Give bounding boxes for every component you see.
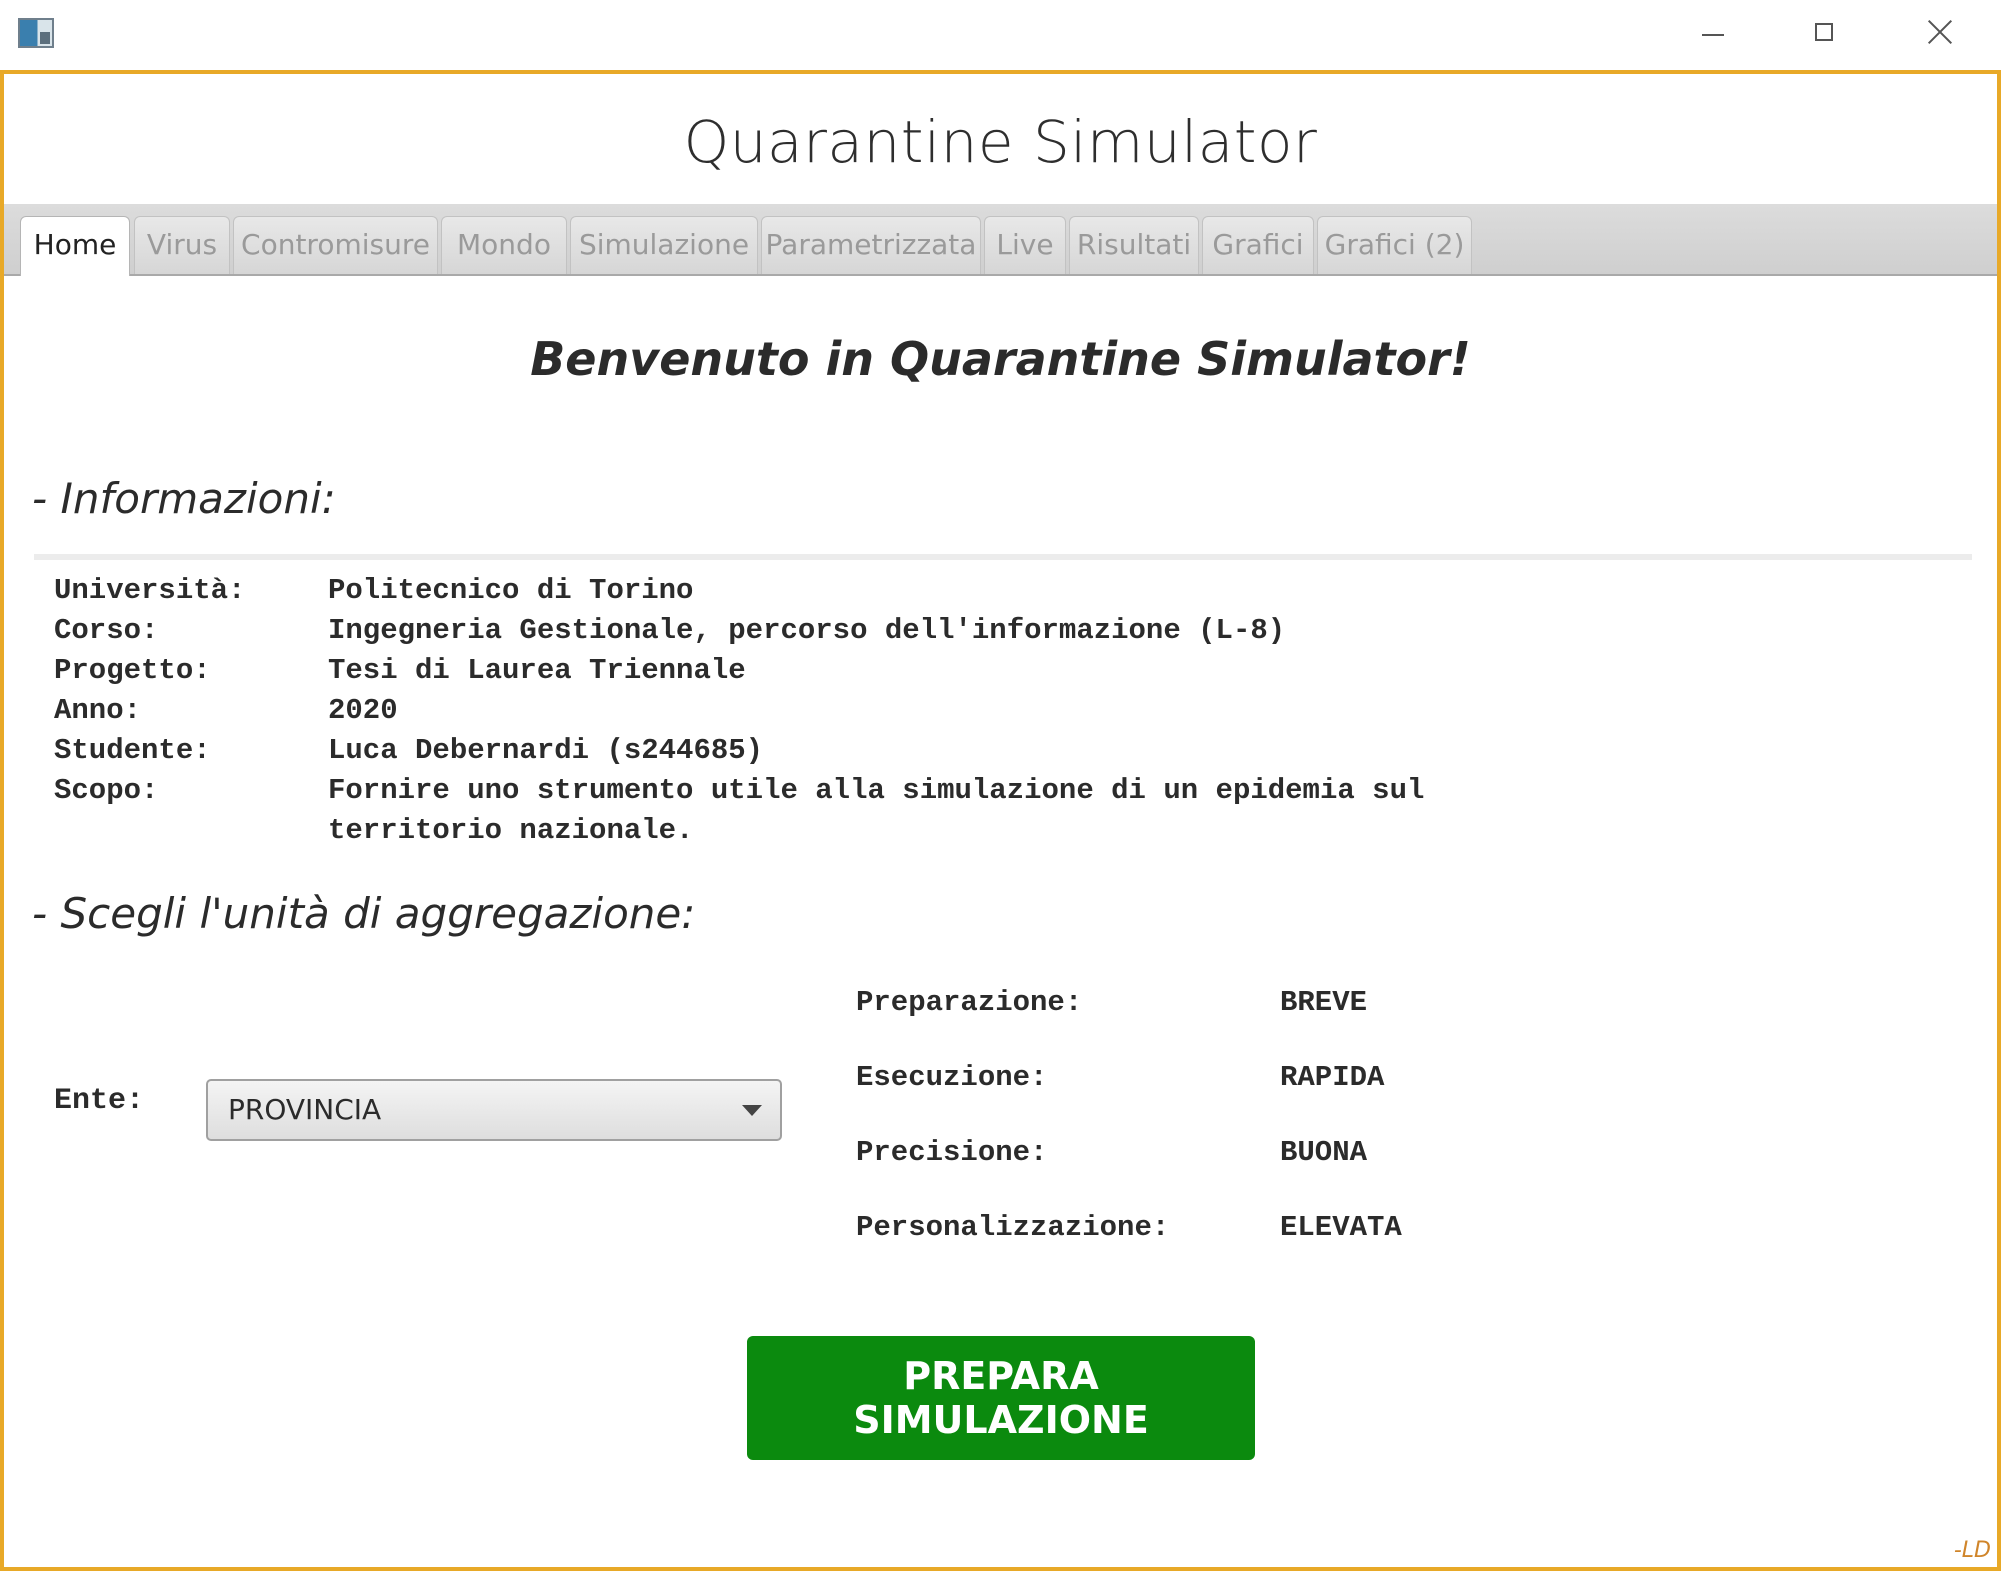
info-value: Ingegneria Gestionale, percorso dell'inf… <box>328 614 1286 647</box>
app-window-icon[interactable] <box>18 18 54 48</box>
info-key: Scopo: <box>54 774 159 807</box>
maximize-button[interactable] <box>1785 8 1865 58</box>
app-frame: Quarantine Simulator Home Virus Contromi… <box>0 70 2001 1571</box>
app-title: Quarantine Simulator <box>683 108 1318 176</box>
prepare-simulation-button[interactable]: PREPARA SIMULAZIONE <box>747 1336 1255 1460</box>
info-value: Politecnico di Torino <box>328 574 694 607</box>
stat-value-personalizzazione: ELEVATA <box>1280 1211 1402 1244</box>
tab-home[interactable]: Home <box>20 216 130 276</box>
aggregation-heading: - Scegli l'unità di aggregazione: <box>32 889 696 938</box>
maximize-icon <box>1815 23 1833 41</box>
tab-mondo[interactable]: Mondo <box>441 216 567 274</box>
tab-simulazione[interactable]: Simulazione <box>570 216 758 274</box>
minimize-button[interactable] <box>1670 8 1750 58</box>
ente-combobox[interactable]: PROVINCIA <box>206 1079 782 1141</box>
tab-grafici[interactable]: Grafici <box>1202 216 1314 274</box>
info-value: Luca Debernardi (s244685) <box>328 734 764 767</box>
stat-value-preparazione: BREVE <box>1280 986 1368 1019</box>
stat-key-preparazione: Preparazione: <box>856 986 1083 1019</box>
close-button[interactable] <box>1900 8 1980 58</box>
info-key: Università: <box>54 574 246 607</box>
minimize-icon <box>1702 34 1724 36</box>
info-value: Fornire uno strumento utile alla simulaz… <box>328 774 1425 807</box>
info-key: Progetto: <box>54 654 211 687</box>
info-heading: - Informazioni: <box>32 474 336 523</box>
close-icon <box>1926 18 1954 46</box>
stat-key-personalizzazione: Personalizzazione: <box>856 1211 1170 1244</box>
info-value: territorio nazionale. <box>328 814 694 847</box>
info-value: Tesi di Laurea Triennale <box>328 654 746 687</box>
tab-risultati[interactable]: Risultati <box>1069 216 1199 274</box>
info-key: Studente: <box>54 734 211 767</box>
tab-contromisure[interactable]: Contromisure <box>233 216 438 274</box>
tab-bar: Home Virus Contromisure Mondo Simulazion… <box>4 204 1997 276</box>
tab-virus[interactable]: Virus <box>134 216 230 274</box>
stat-key-esecuzione: Esecuzione: <box>856 1061 1048 1094</box>
welcome-heading: Benvenuto in Quarantine Simulator! <box>530 332 1471 386</box>
info-key: Corso: <box>54 614 159 647</box>
tab-live[interactable]: Live <box>984 216 1066 274</box>
stat-key-precisione: Precisione: <box>856 1136 1048 1169</box>
dropdown-arrow-icon[interactable] <box>742 1105 762 1116</box>
window-titlebar <box>0 0 2001 70</box>
author-signature: -LD <box>1953 1538 1991 1563</box>
info-value: 2020 <box>328 694 398 727</box>
tab-parametrizzata[interactable]: Parametrizzata <box>761 216 981 274</box>
ente-selected-value: PROVINCIA <box>228 1093 382 1126</box>
tab-grafici-2[interactable]: Grafici (2) <box>1317 216 1472 274</box>
stat-value-esecuzione: RAPIDA <box>1280 1061 1385 1094</box>
ente-label: Ente: <box>54 1084 145 1118</box>
info-panel: Università: Politecnico di Torino Corso: I… <box>34 554 1972 870</box>
info-key: Anno: <box>54 694 142 727</box>
stat-value-precisione: BUONA <box>1280 1136 1368 1169</box>
